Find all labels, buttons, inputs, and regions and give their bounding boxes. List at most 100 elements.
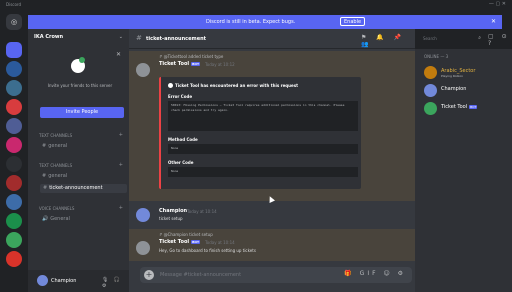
chevron-down-icon[interactable]: ⌄ — [119, 34, 123, 40]
add-channel-icon[interactable]: + — [119, 205, 123, 211]
channel-label: general — [48, 143, 68, 149]
message-author[interactable]: Champion — [159, 208, 187, 214]
search-icon[interactable]: ⌕ — [478, 35, 481, 41]
invite-illustration-icon — [63, 57, 93, 79]
server-icon[interactable] — [6, 156, 22, 172]
banner-close-icon[interactable]: ✕ — [491, 18, 496, 25]
embed-author-icon — [168, 83, 173, 88]
member-name: Champion — [441, 86, 467, 92]
category-voice-channels[interactable]: VOICE CHANNELS — [39, 206, 74, 211]
member-item[interactable]: Ticket Tool BOT — [424, 102, 510, 116]
window-controls[interactable]: — ▢ ✕ — [489, 1, 506, 7]
avatar[interactable] — [37, 275, 48, 286]
channel-sidebar: IKA Crown ⌄ ✕ Invite your friends to thi… — [28, 29, 129, 292]
message-author[interactable]: Ticket Tool BOT — [159, 239, 202, 245]
hash-icon: # — [42, 143, 47, 149]
member-list: ONLINE — 3 Arabic_Sector Playing Roblox … — [415, 49, 512, 292]
app-title: Discord — [6, 2, 22, 7]
bot-badge: BOT — [191, 62, 201, 66]
chat-area: # ticket-announcement ⚑ 🔔 📌 👥 ↱ @Tickett… — [129, 29, 415, 292]
member-list-heading: ONLINE — 3 — [424, 54, 449, 59]
home-icon[interactable]: ◎ — [6, 14, 22, 30]
chat-header: # ticket-announcement ⚑ 🔔 📌 👥 — [129, 29, 415, 49]
author-name: Ticket Tool — [159, 239, 190, 245]
message-text: ticket setup — [159, 216, 183, 221]
add-channel-icon[interactable]: + — [119, 132, 123, 138]
voice-channel-general[interactable]: 🔊 General — [42, 216, 70, 222]
close-icon[interactable]: ✕ — [116, 51, 121, 58]
channel-ticket-announcement[interactable]: # ticket-announcement — [40, 184, 127, 193]
speaker-icon: 🔊 — [42, 216, 49, 222]
error-embed: Ticket Tool has encountered an error wit… — [159, 77, 361, 189]
message-author[interactable]: Ticket Tool BOT — [159, 61, 202, 67]
embed-field-name: Method Code — [168, 137, 198, 142]
avatar — [424, 102, 437, 115]
add-attachment-icon[interactable]: + — [144, 270, 154, 280]
server-icon[interactable] — [6, 118, 22, 134]
invite-message: Invite your friends to this server — [47, 83, 113, 88]
user-controls[interactable]: 🎙 🎧 ⚙ — [102, 277, 129, 289]
server-icon[interactable] — [6, 194, 22, 210]
message-item: ↱ @Tickettool added ticket type Ticket T… — [129, 51, 415, 201]
header-toolbar-icons[interactable]: ⚑ 🔔 📌 👥 — [361, 34, 415, 48]
embed-code-block: None — [168, 167, 358, 177]
add-channel-icon[interactable]: + — [119, 162, 123, 168]
bot-badge: BOT — [191, 240, 201, 244]
message-item: Champion Today at 10:14 ticket setup — [129, 204, 415, 228]
message-composer[interactable]: + Message #ticket-announcement 🎁 GIF ☺ ⚙ — [140, 267, 412, 283]
avatar[interactable] — [136, 208, 150, 222]
server-icon[interactable] — [6, 61, 22, 77]
embed-code-block: None — [168, 144, 358, 154]
reply-reference[interactable]: ↱ @Champion ticket setup — [159, 232, 213, 237]
hash-icon: # — [136, 34, 142, 42]
embed-field-name: Other Code — [168, 160, 194, 165]
channel-label: General — [50, 216, 70, 222]
reply-reference[interactable]: ↱ @Tickettool added ticket type — [159, 54, 223, 59]
channel-general[interactable]: # general — [42, 143, 67, 149]
embed-title: Ticket Tool has encountered an error wit… — [175, 83, 298, 88]
avatar[interactable] — [136, 63, 150, 77]
search-placeholder: Search — [423, 36, 437, 41]
banner-button[interactable]: Enable — [340, 17, 366, 26]
banner-text: Discord is still in beta. Expect bugs. — [206, 19, 296, 25]
server-icon[interactable] — [6, 251, 22, 267]
avatar[interactable] — [136, 241, 150, 255]
header-right-icons[interactable]: ▢ ⊙ ? — [488, 33, 512, 47]
member-item[interactable]: Arabic_Sector Playing Roblox — [424, 66, 510, 80]
author-name: Ticket Tool — [159, 61, 190, 67]
server-icon[interactable] — [6, 175, 22, 191]
username[interactable]: Champion — [51, 278, 76, 284]
member-item[interactable]: Champion — [424, 84, 510, 98]
hash-icon: # — [43, 185, 48, 191]
server-list: ◎ — [0, 9, 28, 292]
title-bar: Discord — ▢ ✕ — [0, 0, 512, 9]
member-name-text: Ticket Tool — [441, 104, 468, 110]
server-name[interactable]: IKA Crown — [34, 34, 63, 40]
embed-field-name: Error Code — [168, 94, 193, 99]
category-text-channels-2[interactable]: TEXT CHANNELS — [39, 163, 72, 168]
server-icon[interactable] — [6, 42, 22, 58]
notice-banner: Discord is still in beta. Expect bugs. E… — [28, 15, 502, 29]
avatar — [424, 84, 437, 97]
server-icon[interactable] — [6, 80, 22, 96]
server-icon[interactable] — [6, 213, 22, 229]
message-timestamp: Today at 10:12 — [205, 62, 235, 67]
composer-placeholder: Message #ticket-announcement — [160, 272, 242, 278]
server-icon[interactable] — [6, 232, 22, 248]
category-text-channels[interactable]: TEXT CHANNELS — [39, 133, 72, 138]
channel-label: general — [48, 173, 68, 179]
embed-code-block: 50013: Missing Permissions — Ticket Tool… — [168, 101, 358, 131]
search-input[interactable]: Search ⌕ — [420, 34, 484, 44]
server-icon[interactable] — [6, 137, 22, 153]
invite-people-button[interactable]: Invite People — [40, 107, 124, 118]
member-activity: Playing Roblox — [441, 74, 463, 78]
composer-tool-icons[interactable]: 🎁 GIF ☺ ⚙ — [344, 270, 406, 277]
channel-label: ticket-announcement — [49, 185, 103, 191]
channel-title: ticket-announcement — [146, 36, 207, 42]
avatar — [424, 66, 437, 79]
message-text: Hey, Go to dashboard to finish setting u… — [159, 248, 256, 253]
channel-general-2[interactable]: # general — [42, 173, 67, 179]
server-icon[interactable] — [6, 99, 22, 115]
message-item: ↱ @Champion ticket setup Ticket Tool BOT … — [129, 229, 415, 261]
bot-badge: BOT — [469, 105, 478, 109]
